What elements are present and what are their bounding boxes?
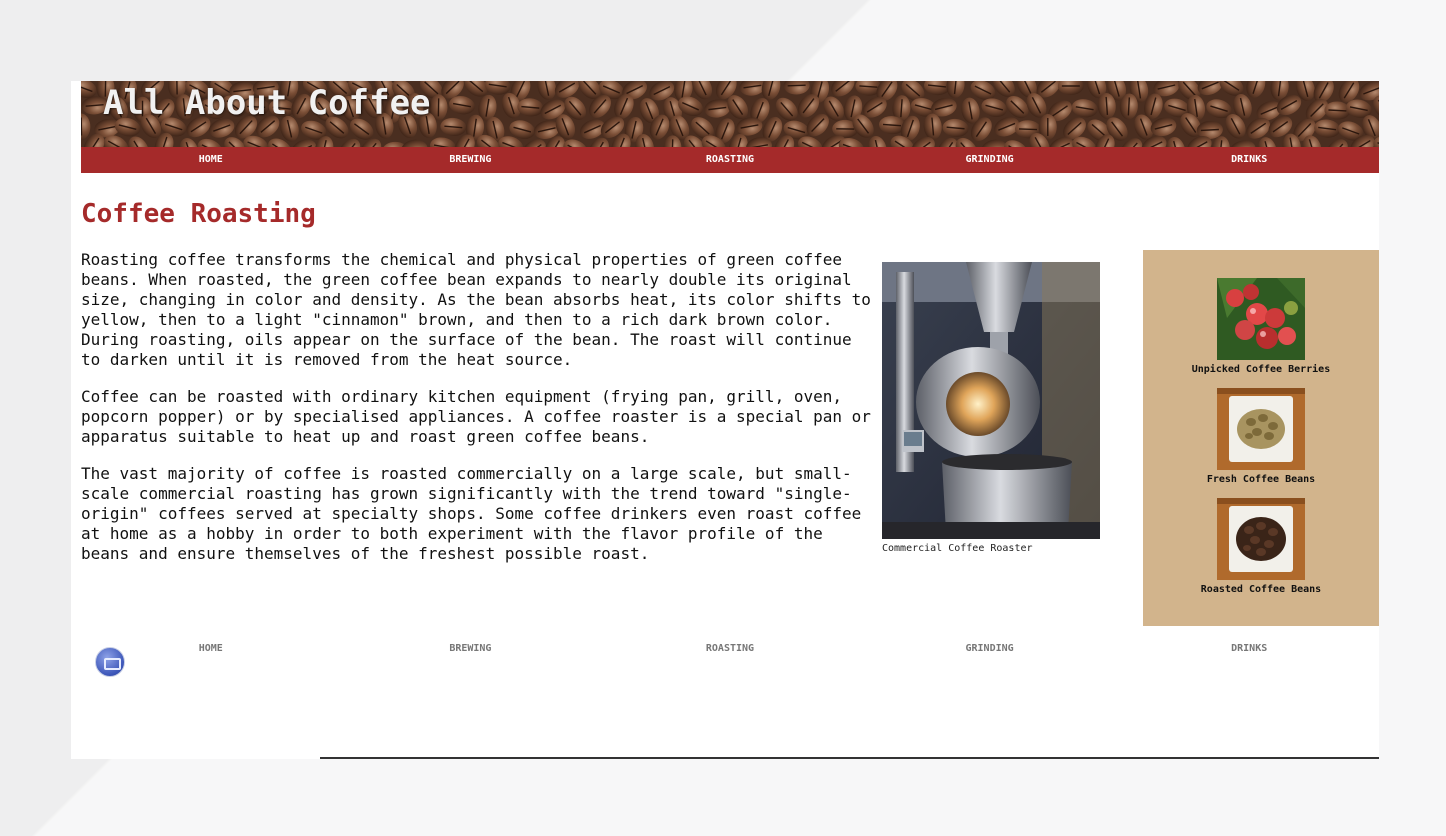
- thumb-label-berries: Unpicked Coffee Berries: [1191, 364, 1331, 375]
- thumb-label-roasted: Roasted Coffee Beans: [1200, 584, 1322, 595]
- paragraph-2: Coffee can be roasted with ordinary kitc…: [81, 387, 871, 446]
- thumb-label-fresh: Fresh Coffee Beans: [1206, 474, 1316, 485]
- page-divider: [320, 757, 1379, 759]
- page-title: Coffee Roasting: [81, 199, 316, 229]
- sidebar-gallery: Unpicked Coffee Berries Fresh Coffee Bea…: [1143, 250, 1379, 626]
- roaster-figure: Commercial Coffee Roaster: [882, 262, 1100, 554]
- coffee-roaster-image: [882, 262, 1100, 539]
- header-banner: All About Coffee: [81, 81, 1379, 147]
- footer-nav: HOME BREWING ROASTING GRINDING DRINKS: [81, 637, 1379, 661]
- footer-nav-grinding[interactable]: GRINDING: [860, 637, 1120, 661]
- thumb-fresh-beans[interactable]: [1217, 388, 1305, 470]
- thumb-coffee-berries[interactable]: [1217, 278, 1305, 360]
- nav-brewing[interactable]: BREWING: [341, 147, 601, 173]
- thumb-roasted-beans[interactable]: [1217, 498, 1305, 580]
- nav-grinding[interactable]: GRINDING: [860, 147, 1120, 173]
- nav-home[interactable]: HOME: [81, 147, 341, 173]
- site-title[interactable]: All About Coffee: [103, 83, 431, 123]
- nav-drinks[interactable]: DRINKS: [1119, 147, 1379, 173]
- web-page: All About Coffee HOME BREWING ROASTING G…: [71, 81, 1379, 759]
- footer-nav-brewing[interactable]: BREWING: [341, 637, 601, 661]
- footer-nav-drinks[interactable]: DRINKS: [1119, 637, 1379, 661]
- footer-nav-home[interactable]: HOME: [81, 637, 341, 661]
- footer-nav-roasting[interactable]: ROASTING: [600, 637, 860, 661]
- article-body: Roasting coffee transforms the chemical …: [81, 250, 871, 581]
- figure-caption: Commercial Coffee Roaster: [882, 543, 1033, 554]
- paragraph-1: Roasting coffee transforms the chemical …: [81, 250, 871, 369]
- main-nav: HOME BREWING ROASTING GRINDING DRINKS: [81, 147, 1379, 173]
- nav-roasting[interactable]: ROASTING: [600, 147, 860, 173]
- paragraph-3: The vast majority of coffee is roasted c…: [81, 464, 862, 563]
